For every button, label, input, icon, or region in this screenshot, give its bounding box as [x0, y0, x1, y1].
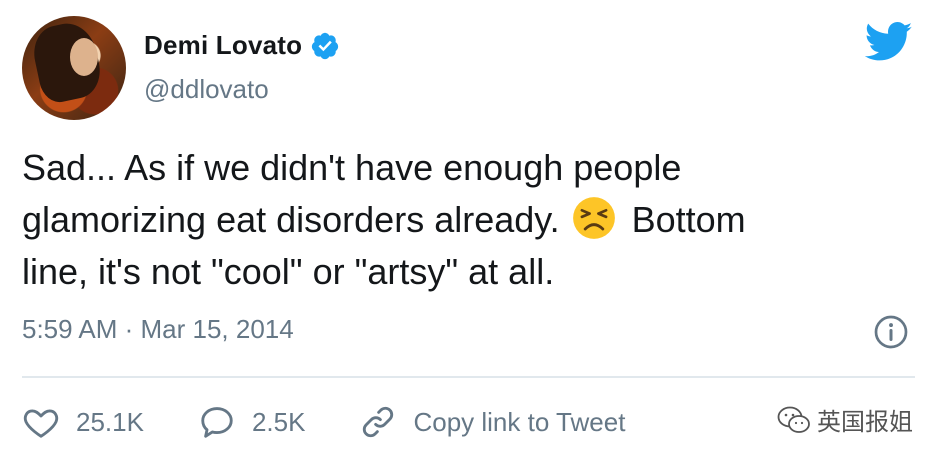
like-count: 25.1K	[76, 406, 144, 437]
reply-bubble-icon	[201, 407, 233, 438]
divider	[22, 376, 915, 378]
avatar[interactable]	[22, 16, 126, 120]
link-icon	[363, 406, 394, 438]
copy-link-label: Copy link to Tweet	[413, 406, 626, 437]
wechat-icon	[777, 406, 810, 433]
author-name-row: Demi Lovato	[144, 30, 340, 61]
tweet-card: Demi Lovato @ddlovato Sad... As if we di…	[0, 0, 937, 454]
avatar-face	[70, 38, 98, 76]
watermark: 英国报姐	[777, 402, 913, 437]
watermark-text: 英国报姐	[817, 408, 913, 436]
tweet-actions: 25.1K 2.5K Copy link to Tweet	[22, 400, 625, 444]
reply-count: 2.5K	[251, 406, 306, 437]
tweet-text: Sad... As if we didn't have enough peopl…	[22, 142, 902, 298]
author-handle[interactable]: @ddlovato	[144, 74, 269, 105]
persevering-face-emoji-icon	[572, 197, 615, 239]
twitter-bird-icon[interactable]	[865, 22, 913, 62]
verified-badge-icon	[312, 32, 339, 59]
info-icon[interactable]	[873, 314, 909, 350]
like-button[interactable]: 25.1K	[22, 403, 144, 441]
tweet-timestamp[interactable]: 5:59 AM · Mar 15, 2014	[22, 314, 294, 345]
author-name[interactable]: Demi Lovato	[144, 30, 302, 61]
heart-icon	[23, 409, 59, 438]
reply-button[interactable]: 2.5K	[198, 403, 306, 441]
copy-link-button[interactable]: Copy link to Tweet	[359, 403, 625, 441]
